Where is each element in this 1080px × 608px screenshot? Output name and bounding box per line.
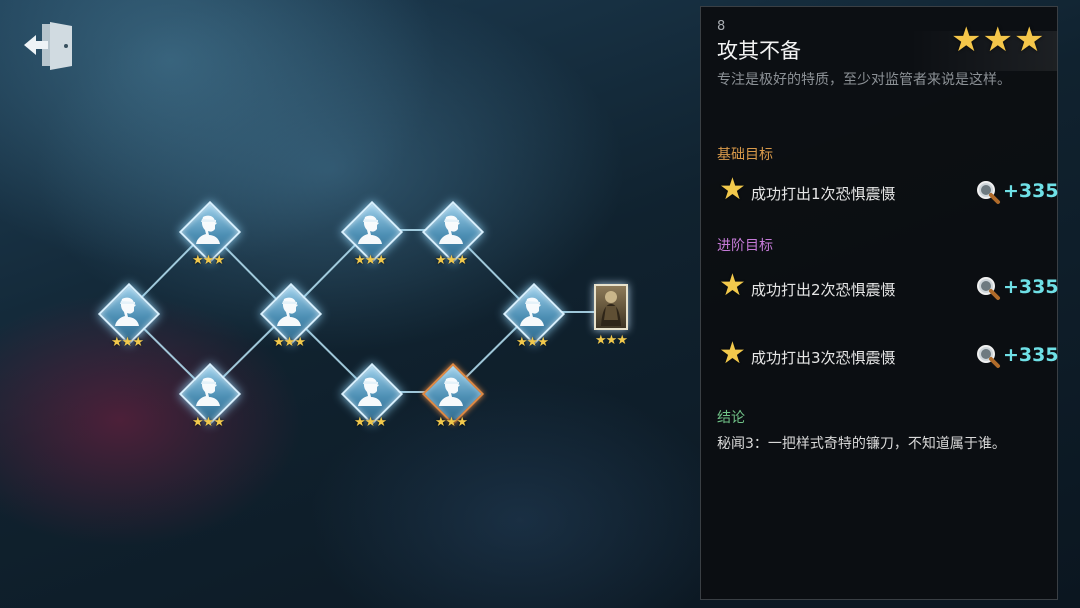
stage-node[interactable]: ★★★ bbox=[176, 198, 242, 267]
character-portrait-card bbox=[594, 284, 628, 330]
node-stars: ★★★ bbox=[354, 253, 387, 268]
detective-bust-icon bbox=[439, 215, 463, 244]
detective-bust-icon bbox=[115, 297, 139, 326]
magnifier-icon bbox=[977, 277, 1000, 300]
stage-node[interactable]: ★★★ bbox=[419, 198, 485, 267]
stage-node[interactable]: ★★★ bbox=[176, 360, 242, 429]
detective-bust-icon bbox=[277, 297, 301, 326]
detective-bust-icon bbox=[196, 215, 220, 244]
portrait-figure-icon bbox=[601, 291, 621, 326]
node-stars: ★★★ bbox=[111, 335, 144, 350]
stage-map: ★★★ ★★★ ★★★ ★★★ ★★★ ★★★ ★★★ ★★★ ★★★ ★★★ bbox=[0, 0, 700, 608]
node-stars: ★★★ bbox=[273, 335, 306, 350]
goal-row: ★ 成功打出2次恐惧震慑 +335 bbox=[717, 268, 1059, 305]
stage-node[interactable]: ★★★ bbox=[338, 360, 404, 429]
detective-bust-icon bbox=[358, 215, 382, 244]
goal-text: 成功打出3次恐惧震慑 bbox=[751, 349, 896, 367]
card-stars: ★★★ bbox=[595, 333, 628, 348]
magnifier-icon bbox=[977, 345, 1000, 368]
node-stars: ★★★ bbox=[192, 253, 225, 268]
goal-star-icon: ★ bbox=[719, 336, 746, 371]
stage-number: 8 bbox=[717, 19, 726, 34]
stage-node[interactable]: ★★★ bbox=[338, 198, 404, 267]
final-character-card[interactable]: ★★★ bbox=[594, 284, 628, 347]
stage-rating-stars: ★★★ bbox=[951, 20, 1046, 60]
goal-points: +335 bbox=[1003, 344, 1059, 366]
detective-bust-icon bbox=[196, 377, 220, 406]
detective-bust-icon bbox=[439, 377, 463, 406]
node-stars: ★★★ bbox=[516, 335, 549, 350]
conclusion-heading: 结论 bbox=[717, 410, 745, 426]
goal-text: 成功打出2次恐惧震慑 bbox=[751, 281, 896, 299]
goal-points: +335 bbox=[1003, 276, 1059, 298]
stage-node[interactable]: ★★★ bbox=[257, 280, 323, 349]
goal-row: ★ 成功打出1次恐惧震慑 +335 bbox=[717, 172, 1059, 209]
stage-node-selected[interactable]: ★★★ bbox=[419, 360, 485, 429]
magnifier-icon bbox=[977, 181, 1000, 204]
goal-points: +335 bbox=[1003, 180, 1059, 202]
detective-bust-icon bbox=[520, 297, 544, 326]
node-stars: ★★★ bbox=[354, 415, 387, 430]
stage-node[interactable]: ★★★ bbox=[500, 280, 566, 349]
stage-detail-panel: 8 攻其不备 ★★★ 专注是极好的特质，至少对监管者来说是这样。 基础目标 ★ … bbox=[700, 6, 1059, 600]
basic-goal-heading: 基础目标 bbox=[717, 147, 773, 163]
goal-star-icon: ★ bbox=[719, 268, 746, 303]
detective-bust-icon bbox=[358, 377, 382, 406]
node-stars: ★★★ bbox=[435, 415, 468, 430]
goal-text: 成功打出1次恐惧震慑 bbox=[751, 185, 896, 203]
node-stars: ★★★ bbox=[192, 415, 225, 430]
advanced-goal-heading: 进阶目标 bbox=[717, 238, 773, 254]
node-stars: ★★★ bbox=[435, 253, 468, 268]
stage-node[interactable]: ★★★ bbox=[95, 280, 161, 349]
goal-star-icon: ★ bbox=[719, 172, 746, 207]
stage-description: 专注是极好的特质，至少对监管者来说是这样。 bbox=[717, 72, 1011, 88]
conclusion-text: 秘闻3：一把样式奇特的镰刀，不知道属于谁。 bbox=[717, 436, 1006, 452]
goal-row: ★ 成功打出3次恐惧震慑 +335 bbox=[717, 336, 1059, 373]
stage-title: 攻其不备 bbox=[717, 39, 801, 63]
